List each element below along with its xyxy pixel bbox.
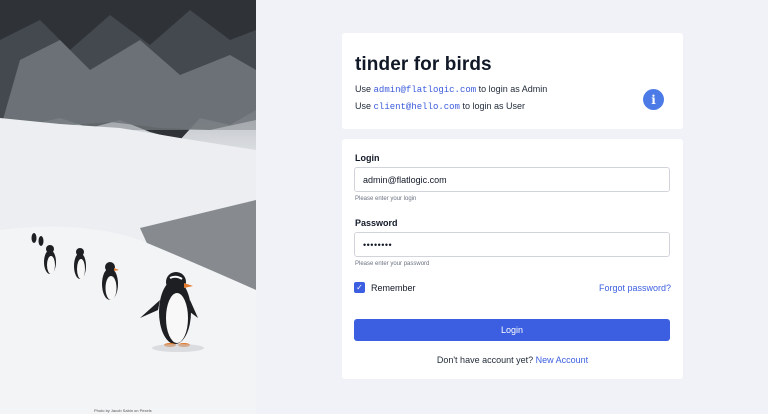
remember-checkbox[interactable]: ✓ bbox=[354, 282, 365, 293]
forgot-password-link[interactable]: Forgot password? bbox=[599, 283, 671, 293]
password-helper-text: Please enter your password bbox=[355, 261, 430, 267]
password-label: Password bbox=[355, 218, 398, 228]
login-form: Login Please enter your login Password P… bbox=[342, 139, 683, 379]
penguins-on-snow-illustration bbox=[0, 0, 256, 414]
login-input[interactable] bbox=[354, 167, 670, 192]
user-email: client@hello.com bbox=[373, 102, 460, 112]
photo-credit: Photo by Jacob Sabin on Pexels bbox=[94, 408, 152, 413]
info-card: tinder for birds Use admin@flatlogic.com… bbox=[342, 33, 683, 129]
admin-email: admin@flatlogic.com bbox=[373, 85, 477, 95]
info-icon[interactable]: i bbox=[643, 89, 664, 110]
login-button[interactable]: Login bbox=[354, 319, 670, 341]
remember-label: Remember bbox=[371, 282, 416, 293]
signup-row: Don't have account yet? New Account bbox=[342, 355, 683, 365]
admin-login-hint: Use admin@flatlogic.com to login as Admi… bbox=[355, 84, 548, 95]
remember-row: ✓ Remember bbox=[354, 282, 416, 293]
login-label: Login bbox=[355, 153, 380, 163]
password-input[interactable] bbox=[354, 232, 670, 257]
user-login-hint: Use client@hello.com to login as User bbox=[355, 101, 525, 112]
signup-prompt: Don't have account yet? bbox=[436, 355, 534, 365]
new-account-link[interactable]: New Account bbox=[536, 355, 589, 365]
login-helper-text: Please enter your login bbox=[355, 196, 417, 202]
app-title: tinder for birds bbox=[355, 54, 492, 75]
hero-photo: Photo by Jacob Sabin on Pexels bbox=[0, 0, 256, 414]
